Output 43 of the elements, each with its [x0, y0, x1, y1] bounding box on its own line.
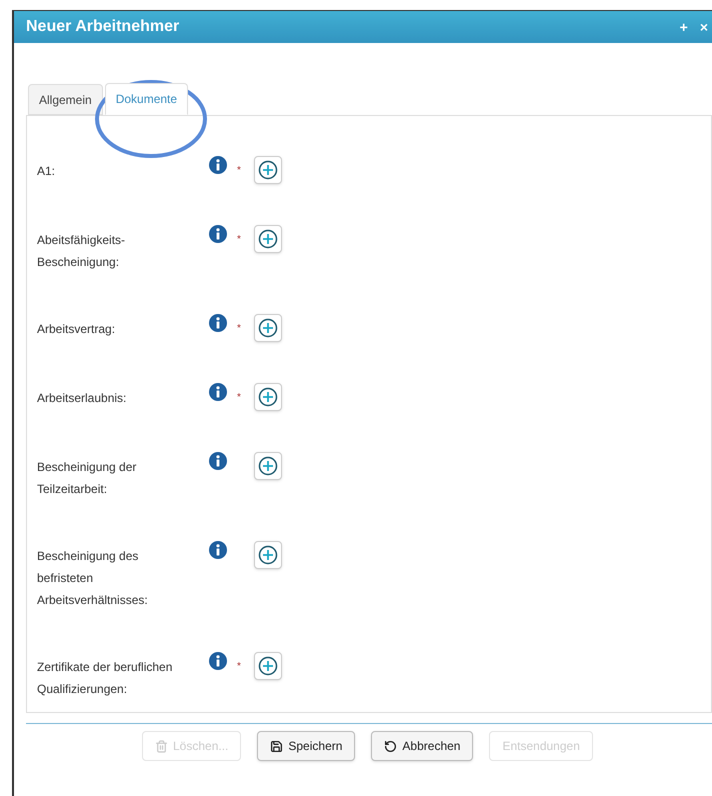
footer-button[interactable]: Speichern: [257, 731, 356, 761]
add-document-button[interactable]: [254, 452, 282, 480]
document-label: Bescheinigung des befristeten Arbeitsverhältnisses:: [37, 548, 149, 609]
plus-circle-icon: [258, 160, 278, 180]
plus-circle-icon: [258, 456, 278, 476]
required-marker: *: [237, 165, 241, 176]
tab[interactable]: Dokumente: [104, 83, 188, 115]
plus-circle-icon: [258, 545, 278, 565]
document-label: A1:: [37, 163, 56, 180]
add-window-button[interactable]: +: [680, 16, 688, 38]
document-label: Arbeitserlaubnis:: [37, 390, 128, 407]
document-label: Zertifikate der beruflichen Qualifizierungen:: [37, 659, 174, 698]
close-button[interactable]: ×: [700, 16, 708, 38]
info-icon[interactable]: [209, 156, 227, 174]
document-label: Arbeitsvertrag:: [37, 321, 116, 338]
undo-icon: [384, 740, 398, 752]
add-document-button[interactable]: [254, 383, 282, 411]
info-icon[interactable]: [209, 225, 227, 243]
window-title: Neuer Arbeitnehmer: [26, 17, 180, 37]
info-icon[interactable]: [209, 652, 227, 670]
add-document-button[interactable]: [254, 225, 282, 253]
document-label: Bescheinigung der Teilzeitarbeit:: [37, 459, 138, 498]
required-marker: *: [237, 661, 241, 672]
info-icon[interactable]: [209, 452, 227, 470]
required-marker: *: [237, 234, 241, 245]
add-document-button[interactable]: [254, 314, 282, 342]
plus-circle-icon: [258, 656, 278, 676]
required-marker: *: [237, 323, 241, 334]
add-document-button[interactable]: [254, 652, 282, 680]
footer-button[interactable]: Abbrechen: [371, 731, 474, 761]
tab[interactable]: Allgemein: [28, 84, 103, 115]
trash-icon: [155, 740, 168, 752]
add-document-button[interactable]: [254, 156, 282, 184]
info-icon[interactable]: [209, 314, 227, 332]
required-marker: *: [237, 392, 241, 403]
info-icon[interactable]: [209, 383, 227, 401]
add-document-button[interactable]: [254, 541, 282, 569]
plus-circle-icon: [258, 229, 278, 249]
plus-circle-icon: [258, 318, 278, 338]
save-icon: [270, 740, 284, 752]
info-icon[interactable]: [209, 541, 227, 559]
plus-circle-icon: [258, 387, 278, 407]
document-label: Abeitsfähigkeits-Bescheinigung:: [37, 232, 126, 271]
